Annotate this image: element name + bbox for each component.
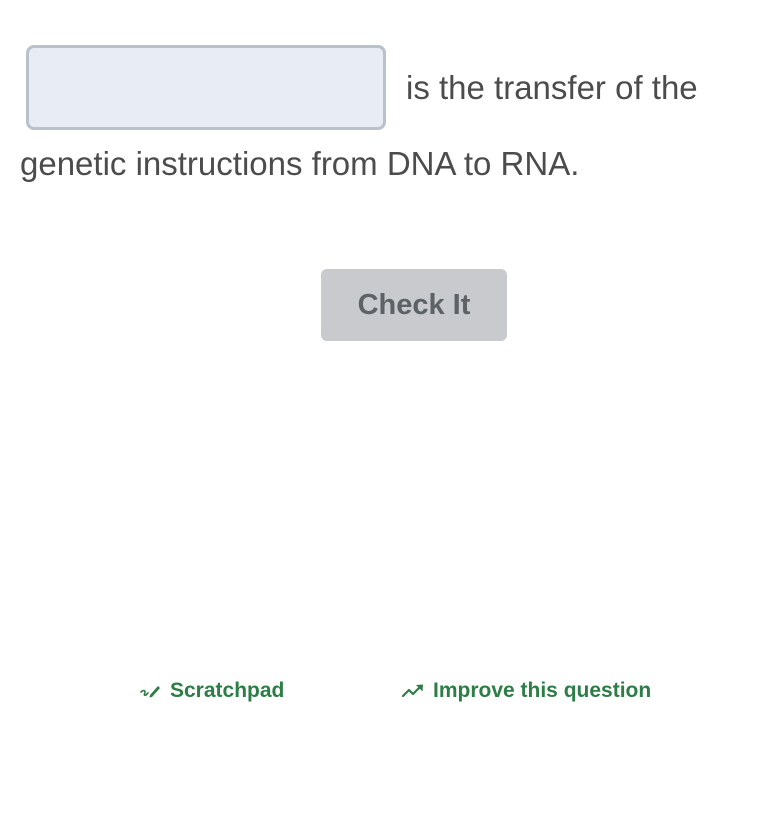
improve-label: Improve this question — [433, 679, 652, 702]
check-it-button[interactable]: Check It — [321, 269, 507, 341]
question-text-line-2: genetic instructions from DNA to RNA. — [20, 145, 580, 182]
pencil-icon — [140, 682, 162, 700]
question-text-line-1: is the transfer of the — [406, 69, 698, 106]
answer-blank-input[interactable] — [26, 45, 386, 130]
trend-arrow-icon — [401, 683, 425, 699]
improve-question-link[interactable]: Improve this question — [401, 676, 651, 706]
scratchpad-label: Scratchpad — [170, 679, 285, 702]
scratchpad-link[interactable]: Scratchpad — [140, 676, 284, 706]
